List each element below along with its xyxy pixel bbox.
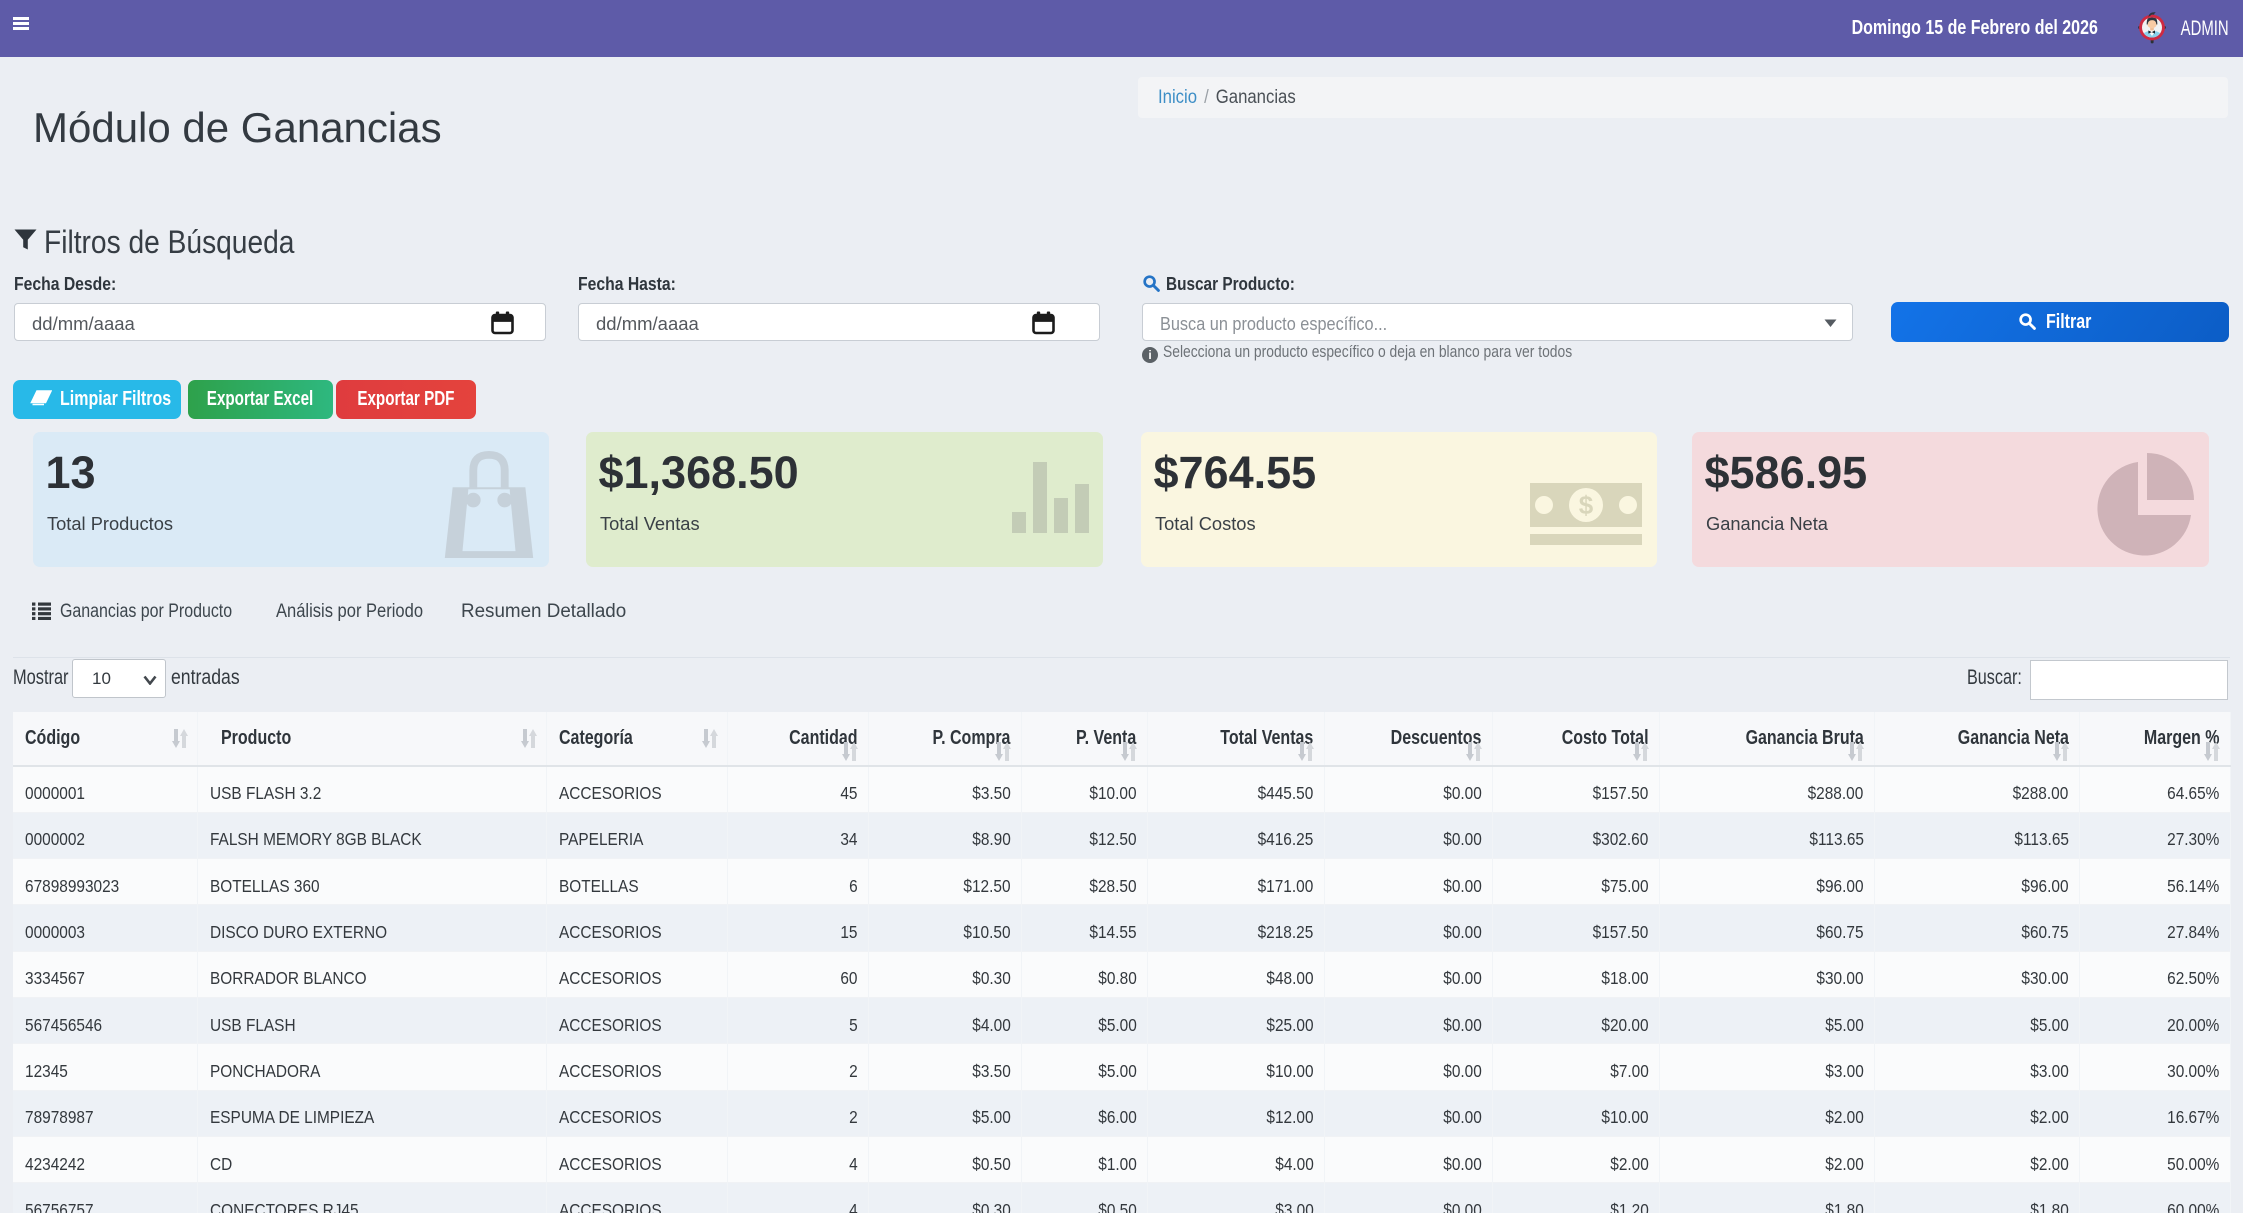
svg-text:$: $ <box>1579 490 1594 520</box>
